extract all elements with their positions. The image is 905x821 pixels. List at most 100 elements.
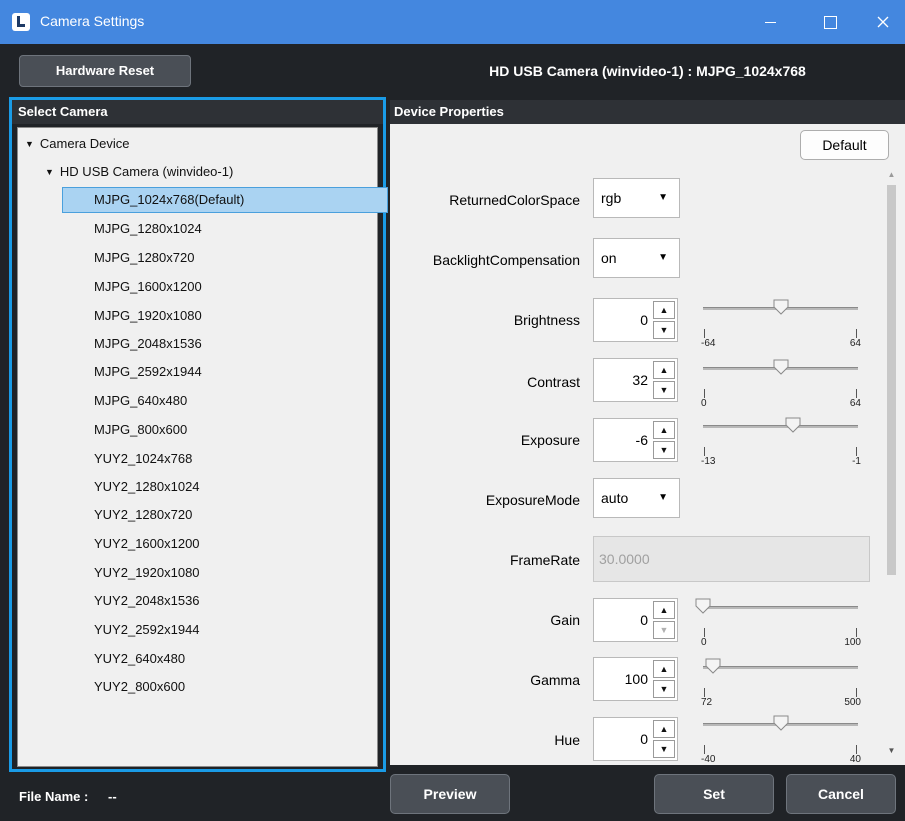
exposure-label: Exposure — [520, 432, 580, 448]
brightness-slider[interactable]: -64 64 — [701, 299, 861, 352]
decrement-button[interactable]: ▼ — [653, 740, 675, 758]
tree-node-format[interactable]: MJPG_1280x720 — [94, 245, 194, 271]
tree-node-camera-device[interactable]: ▼ Camera Device — [25, 131, 130, 157]
slider-min-label: 0 — [701, 398, 707, 409]
slider-thumb-icon[interactable] — [695, 598, 711, 614]
contrast-spinner[interactable]: 32 ▲ ▼ — [593, 358, 678, 402]
gain-spinner[interactable]: 0 ▲ ▼ — [593, 598, 678, 642]
tree-node-format[interactable]: YUY2_1920x1080 — [94, 560, 200, 586]
slider-max-label: 500 — [844, 697, 861, 708]
select-camera-panel: Select Camera ▼ Camera Device ▼ HD USB Cam… — [9, 97, 388, 772]
dropdown-arrow-icon: ▼ — [658, 252, 668, 263]
tree-node-format[interactable]: MJPG_1920x1080 — [94, 303, 202, 329]
tree-node-format[interactable]: MJPG_1280x1024 — [94, 216, 202, 242]
hardware-reset-button[interactable]: Hardware Reset — [19, 55, 191, 87]
slider-thumb-icon[interactable] — [773, 715, 789, 731]
device-properties-header: Device Properties — [390, 100, 905, 124]
tree-node-format[interactable]: MJPG_2048x1536 — [94, 331, 202, 357]
gamma-slider[interactable]: 72 500 — [701, 658, 861, 711]
increment-button[interactable]: ▲ — [653, 301, 675, 319]
spinner-value[interactable]: 0 — [640, 299, 648, 341]
decrement-button[interactable]: ▼ — [653, 621, 675, 639]
increment-button[interactable]: ▲ — [653, 720, 675, 738]
slider-min-label: -13 — [701, 456, 716, 467]
tree-node-format[interactable]: YUY2_1280x720 — [94, 502, 192, 528]
set-button[interactable]: Set — [654, 774, 774, 814]
slider-thumb-icon[interactable] — [785, 417, 801, 433]
spinner-value[interactable]: -6 — [636, 419, 648, 461]
tree-node-format[interactable]: YUY2_1600x1200 — [94, 531, 200, 557]
tree-node-format[interactable]: YUY2_1280x1024 — [94, 474, 200, 500]
select-value: on — [601, 250, 617, 266]
decrement-button[interactable]: ▼ — [653, 441, 675, 459]
tree-node-device[interactable]: ▼ HD USB Camera (winvideo-1) — [45, 159, 233, 185]
tree-node-format[interactable]: YUY2_1024x768 — [94, 446, 192, 472]
brightness-spinner[interactable]: 0 ▲ ▼ — [593, 298, 678, 342]
slider-min-label: 72 — [701, 697, 713, 708]
spinner-value[interactable]: 100 — [625, 658, 648, 700]
gain-slider[interactable]: 0 100 — [695, 598, 861, 651]
preview-button[interactable]: Preview — [390, 774, 510, 814]
tree-node-format[interactable]: MJPG_1600x1200 — [94, 274, 202, 300]
slider-min-label: -64 — [701, 338, 716, 349]
decrement-button[interactable]: ▼ — [653, 680, 675, 698]
slider-tick — [856, 745, 857, 754]
maximize-button[interactable] — [807, 0, 853, 44]
decrement-button[interactable]: ▼ — [653, 321, 675, 339]
spinner-value[interactable]: 32 — [632, 359, 648, 401]
frame-rate-label: FrameRate — [509, 552, 580, 568]
gamma-spinner[interactable]: 100 ▲ ▼ — [593, 657, 678, 701]
exposure-slider[interactable]: -13 -1 — [701, 417, 861, 470]
tree-node-format[interactable]: MJPG_1024x768(Default) — [62, 187, 388, 213]
tree-node-format[interactable]: YUY2_2048x1536 — [94, 588, 200, 614]
default-button[interactable]: Default — [800, 130, 889, 160]
tree-node-format[interactable]: YUY2_2592x1944 — [94, 617, 200, 643]
close-button[interactable] — [860, 0, 905, 44]
exposure-spinner[interactable]: -6 ▲ ▼ — [593, 418, 678, 462]
increment-button[interactable]: ▲ — [653, 660, 675, 678]
slider-max-label: 100 — [844, 637, 861, 648]
contrast-slider[interactable]: 0 64 — [701, 359, 861, 412]
slider-track[interactable] — [703, 666, 858, 669]
slider-max-label: -1 — [852, 456, 861, 467]
tree-node-format[interactable]: MJPG_640x480 — [94, 388, 187, 414]
hue-spinner[interactable]: 0 ▲ ▼ — [593, 717, 678, 761]
scrollbar-thumb[interactable] — [887, 185, 896, 575]
tree-node-format[interactable]: MJPG_2592x1944 — [94, 359, 202, 385]
tree-node-format[interactable]: YUY2_800x600 — [94, 674, 185, 700]
slider-min-label: -40 — [701, 754, 716, 765]
slider-tick — [856, 389, 857, 398]
properties-scrollbar[interactable]: ▲ ▼ — [884, 168, 899, 759]
slider-thumb-icon[interactable] — [773, 299, 789, 315]
slider-thumb-icon[interactable] — [705, 658, 721, 674]
cancel-button[interactable]: Cancel — [786, 774, 896, 814]
expand-arrow-icon[interactable]: ▼ — [45, 159, 54, 185]
tree-node-format[interactable]: YUY2_640x480 — [94, 646, 185, 672]
expand-arrow-icon[interactable]: ▼ — [25, 131, 34, 157]
scroll-down-arrow-icon[interactable]: ▼ — [884, 744, 899, 758]
slider-tick — [856, 628, 857, 637]
slider-track[interactable] — [703, 606, 858, 609]
returned-color-space-select[interactable]: rgb ▼ — [593, 178, 680, 218]
scroll-up-arrow-icon[interactable]: ▲ — [884, 168, 899, 182]
exposure-mode-select[interactable]: auto ▼ — [593, 478, 680, 518]
returned-color-space-label: ReturnedColorSpace — [449, 192, 580, 208]
slider-tick — [704, 447, 705, 456]
hue-slider[interactable]: -40 40 — [701, 715, 861, 765]
slider-tick — [704, 389, 705, 398]
minimize-button[interactable] — [748, 0, 794, 44]
file-name-value: -- — [108, 789, 117, 804]
increment-button[interactable]: ▲ — [653, 361, 675, 379]
backlight-compensation-select[interactable]: on ▼ — [593, 238, 680, 278]
file-name-label: File Name : — [19, 789, 89, 804]
slider-tick — [856, 329, 857, 338]
spinner-value[interactable]: 0 — [640, 599, 648, 641]
decrement-button[interactable]: ▼ — [653, 381, 675, 399]
slider-max-label: 64 — [849, 398, 861, 409]
slider-track[interactable] — [703, 425, 858, 428]
spinner-value[interactable]: 0 — [640, 718, 648, 760]
increment-button[interactable]: ▲ — [653, 421, 675, 439]
slider-thumb-icon[interactable] — [773, 359, 789, 375]
tree-node-format[interactable]: MJPG_800x600 — [94, 417, 187, 443]
increment-button[interactable]: ▲ — [653, 601, 675, 619]
